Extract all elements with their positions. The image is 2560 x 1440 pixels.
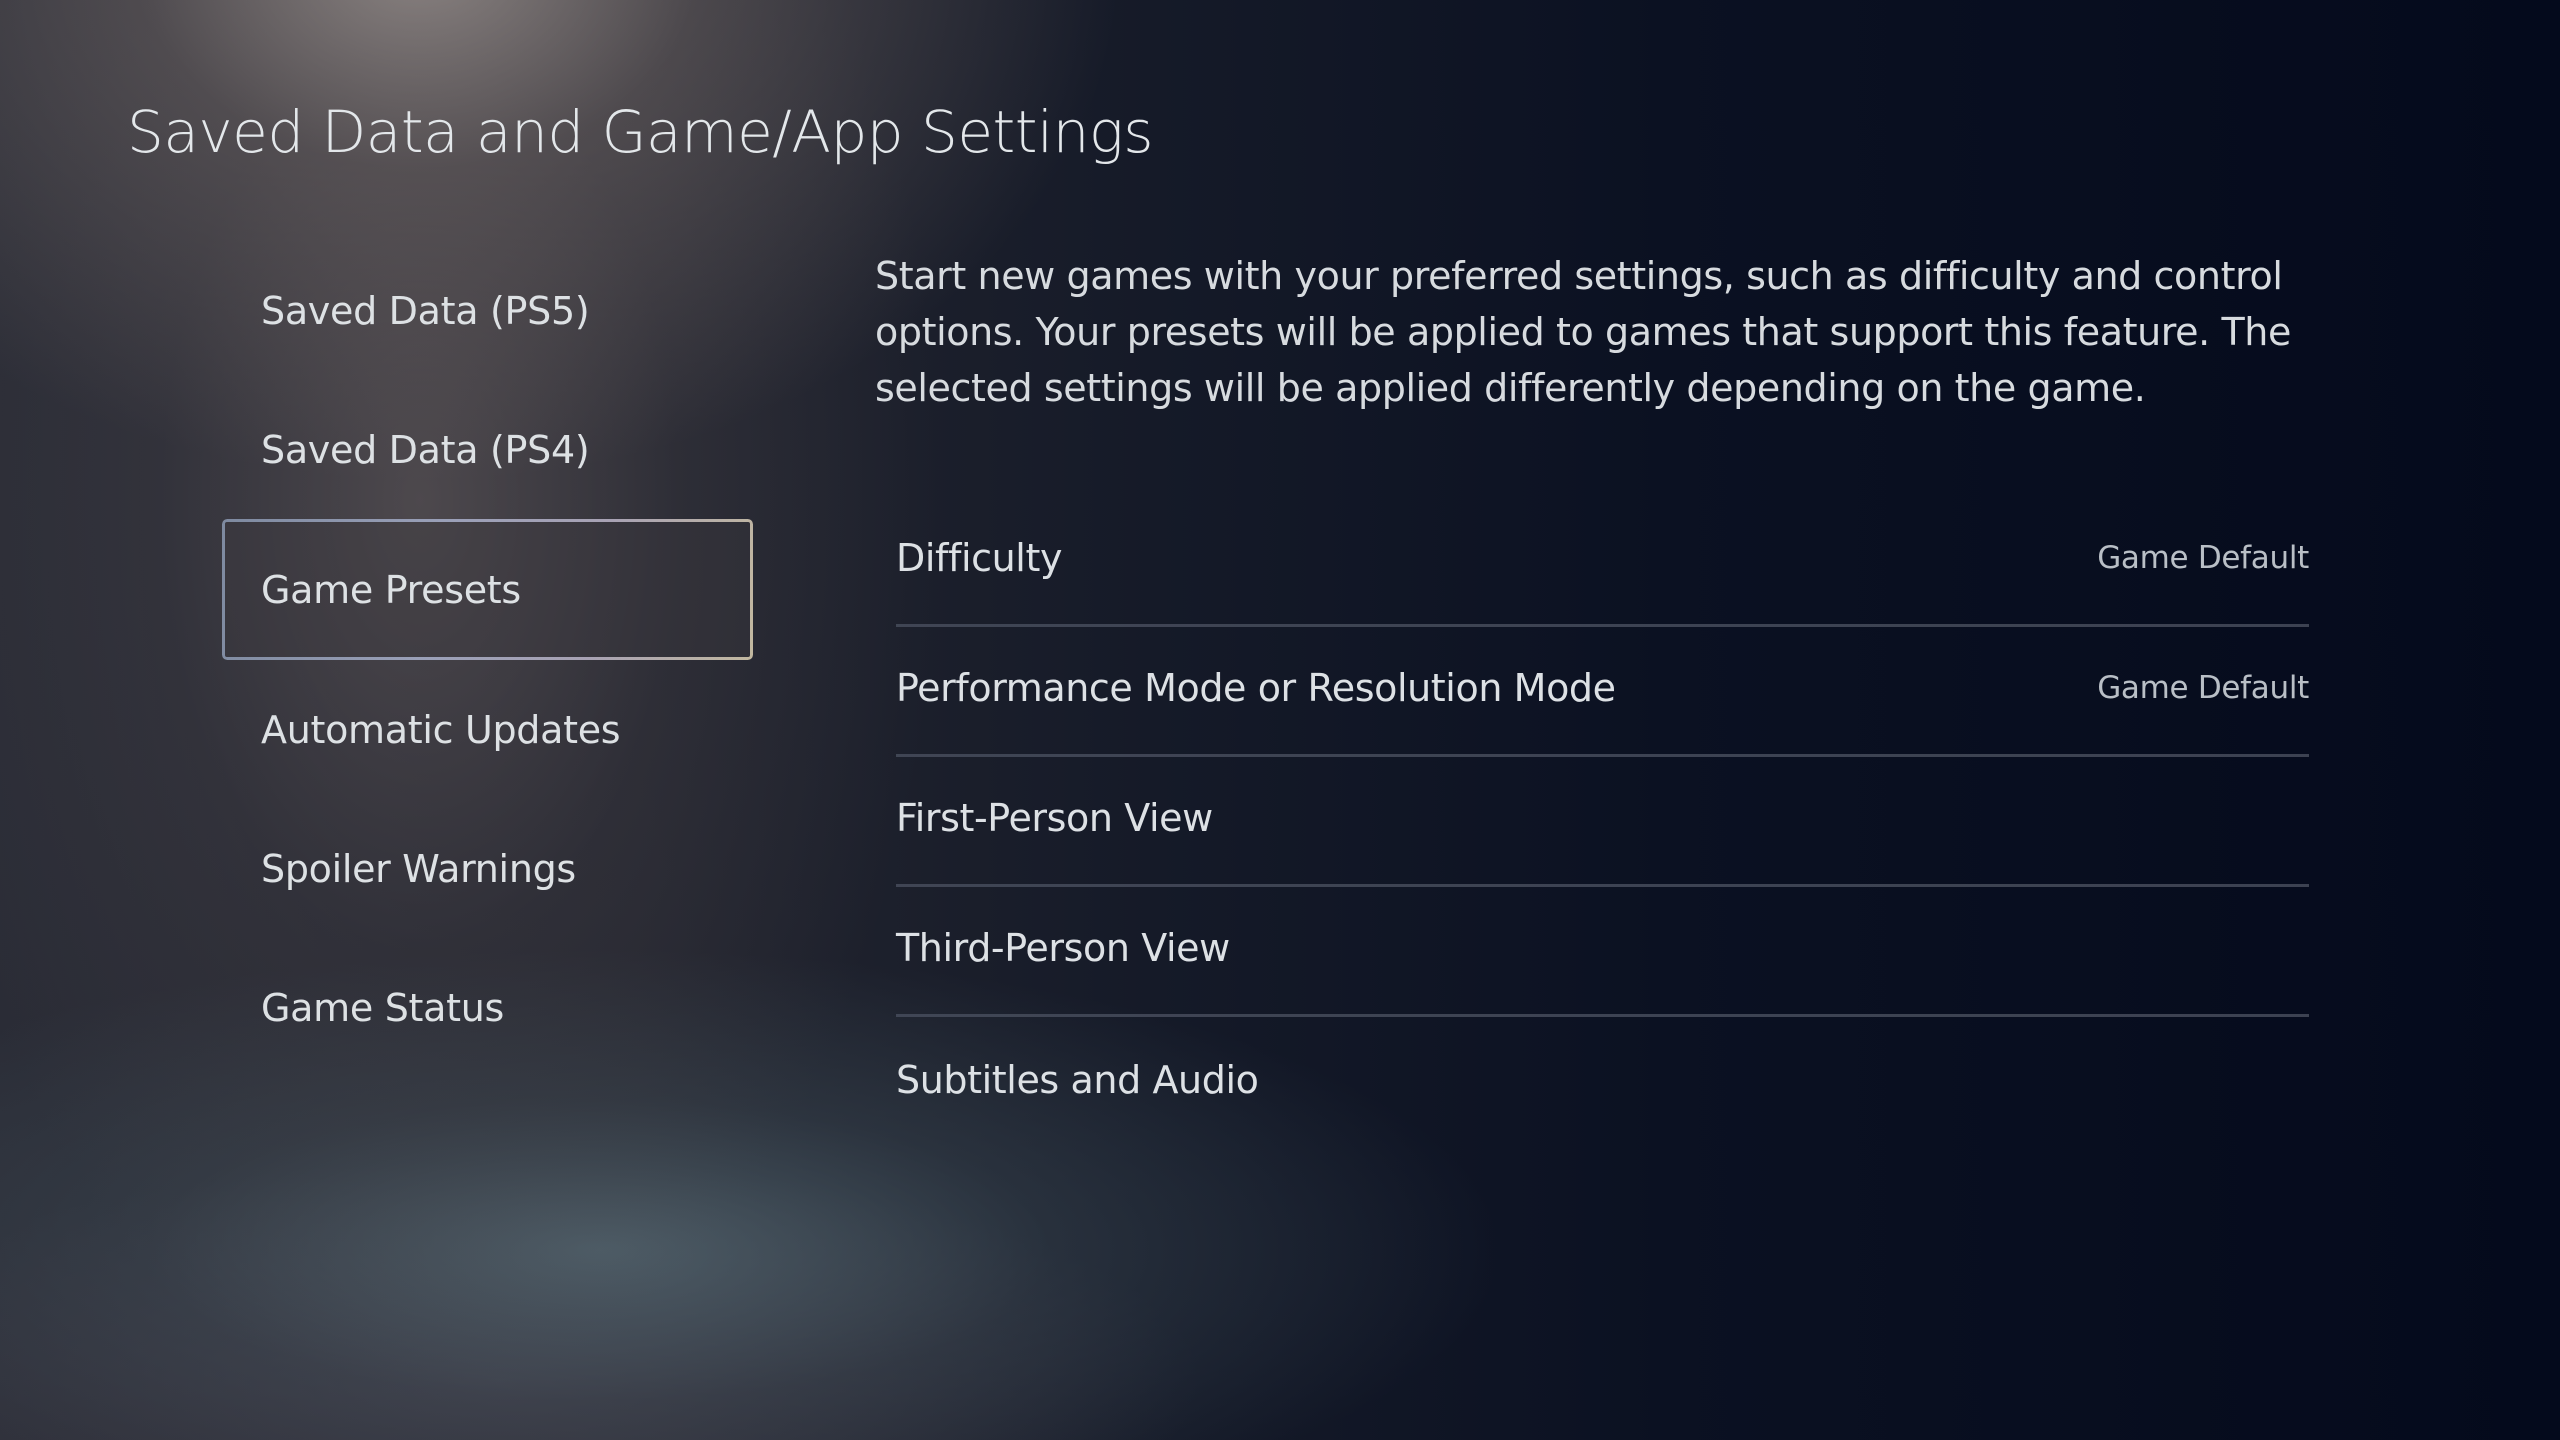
sidebar-item-label: Game Status (261, 985, 504, 1030)
sidebar-item-label: Automatic Updates (261, 707, 621, 752)
game-presets-panel: Start new games with your preferred sett… (875, 248, 2315, 1102)
option-row-subtitles-and-audio[interactable]: Subtitles and Audio (896, 1017, 2309, 1147)
option-label: Subtitles and Audio (896, 1057, 1259, 1102)
option-row-difficulty[interactable]: Difficulty Game Default (896, 497, 2309, 627)
sidebar-item-label: Saved Data (PS5) (261, 288, 590, 333)
settings-screen: Saved Data and Game/App Settings Saved D… (0, 0, 2560, 1440)
sidebar-item-label: Spoiler Warnings (261, 846, 576, 891)
sidebar-menu: Saved Data (PS5) Saved Data (PS4) Game P… (222, 241, 753, 1077)
sidebar-item-label: Game Presets (261, 567, 521, 612)
sidebar-item-automatic-updates[interactable]: Automatic Updates (222, 660, 753, 799)
panel-description: Start new games with your preferred sett… (875, 254, 2291, 410)
option-label: Difficulty (896, 536, 1063, 580)
option-value: Game Default (2097, 540, 2309, 576)
sidebar-item-label: Saved Data (PS4) (261, 427, 590, 472)
option-row-performance-resolution-mode[interactable]: Performance Mode or Resolution Mode Game… (896, 627, 2309, 757)
option-label: Performance Mode or Resolution Mode (896, 666, 1616, 710)
sidebar-item-saved-data-ps4[interactable]: Saved Data (PS4) (222, 380, 753, 519)
option-label: Third-Person View (896, 926, 1230, 970)
sidebar-item-saved-data-ps5[interactable]: Saved Data (PS5) (222, 241, 753, 380)
sidebar-item-game-status[interactable]: Game Status (222, 938, 753, 1077)
option-value: Game Default (2097, 670, 2309, 706)
sidebar-item-spoiler-warnings[interactable]: Spoiler Warnings (222, 799, 753, 938)
option-row-first-person-view[interactable]: First-Person View (896, 757, 2309, 887)
page-title: Saved Data and Game/App Settings (127, 98, 1153, 166)
option-label: First-Person View (896, 796, 1213, 840)
option-row-third-person-view[interactable]: Third-Person View (896, 887, 2309, 1017)
sidebar-item-game-presets[interactable]: Game Presets (222, 519, 753, 660)
preset-options-list: Difficulty Game Default Performance Mode… (896, 497, 2309, 1147)
